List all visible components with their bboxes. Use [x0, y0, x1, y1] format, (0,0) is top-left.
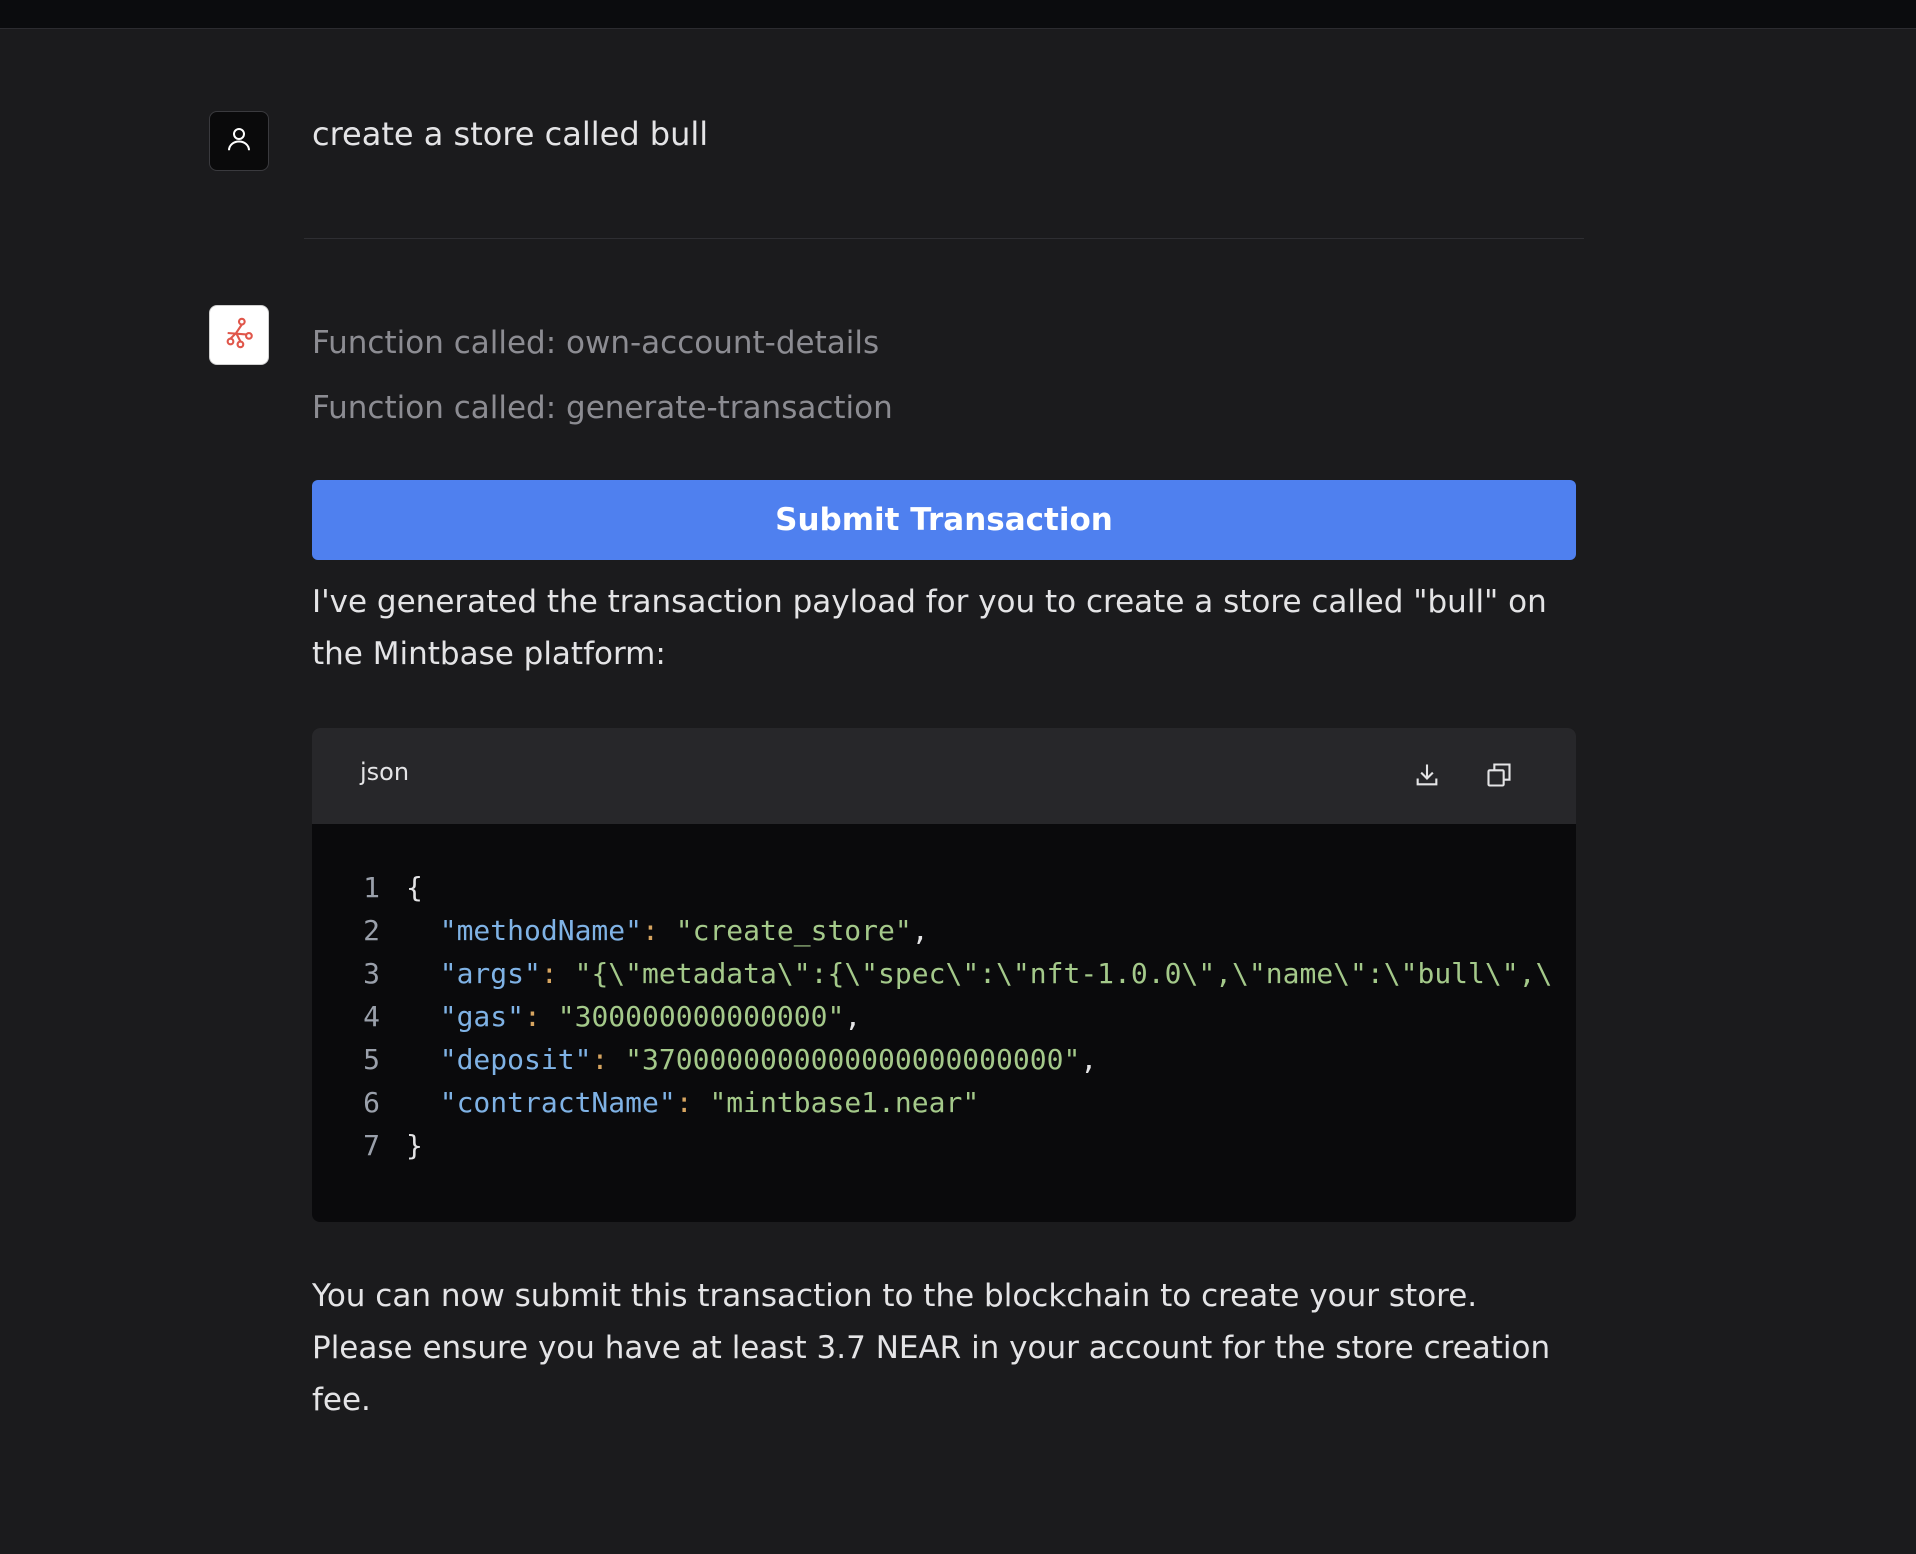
function-call-line: Function called: generate-transaction [312, 390, 893, 426]
json-value: "300000000000000" [557, 1000, 845, 1033]
json-key: "methodName" [439, 914, 643, 947]
code-line: 4 "gas": "300000000000000", [312, 995, 1576, 1038]
line-number: 2 [363, 914, 380, 947]
message-divider [304, 238, 1584, 239]
user-icon [224, 124, 254, 158]
json-key: "contractName" [439, 1086, 676, 1119]
user-message: create a store called bull [312, 115, 709, 153]
code-line: 5 "deposit": "3700000000000000000000000"… [312, 1038, 1576, 1081]
json-value: "create_store" [675, 914, 912, 947]
line-content: { [406, 871, 423, 904]
line-content: "deposit": "3700000000000000000000000", [439, 1043, 1098, 1076]
code-line: 3 "args": "{\"metadata\":{\"spec\":\"nft… [312, 952, 1576, 995]
assistant-avatar [209, 305, 269, 365]
line-number: 3 [363, 957, 380, 990]
copy-icon[interactable] [1482, 758, 1516, 792]
code-content: 1{2 "methodName": "create_store", 3 "args… [312, 824, 1576, 1167]
code-line: 7} [312, 1124, 1576, 1167]
line-content: "contractName": "mintbase1.near" [439, 1086, 980, 1119]
assistant-intro-text: I've generated the transaction payload f… [312, 584, 1547, 672]
json-key: "args" [439, 957, 541, 990]
code-language-label: json [360, 758, 410, 786]
json-value: "{\"metadata\":{\"spec\":\"nft-1.0.0\",\… [574, 957, 1553, 990]
code-block: json 1{2 "methodName": "create_store", 3 … [312, 728, 1576, 1222]
code-line: 6 "contractName": "mintbase1.near" [312, 1081, 1576, 1124]
function-call-line: Function called: own-account-details [312, 325, 880, 361]
line-content: "gas": "300000000000000", [439, 1000, 862, 1033]
top-bar [0, 0, 1916, 29]
download-icon[interactable] [1410, 758, 1444, 792]
agent-network-icon [222, 316, 256, 354]
json-key: "deposit" [439, 1043, 592, 1076]
line-number: 1 [363, 871, 380, 904]
user-avatar [209, 111, 269, 171]
line-content: "methodName": "create_store", [439, 914, 929, 947]
line-content: } [406, 1129, 423, 1162]
code-line: 2 "methodName": "create_store", [312, 909, 1576, 952]
line-content: "args": "{\"metadata\":{\"spec\":\"nft-1… [439, 957, 1553, 990]
json-value: "mintbase1.near" [709, 1086, 980, 1119]
json-key: "gas" [439, 1000, 525, 1033]
line-number: 7 [363, 1129, 380, 1162]
line-number: 4 [363, 1000, 380, 1033]
code-line: 1{ [312, 866, 1576, 909]
code-block-header: json [312, 728, 1576, 824]
submit-transaction-button[interactable]: Submit Transaction [312, 480, 1576, 560]
line-number: 5 [363, 1043, 380, 1076]
assistant-outro-text: You can now submit this transaction to t… [312, 1278, 1551, 1418]
json-value: "3700000000000000000000000" [625, 1043, 1081, 1076]
line-number: 6 [363, 1086, 380, 1119]
